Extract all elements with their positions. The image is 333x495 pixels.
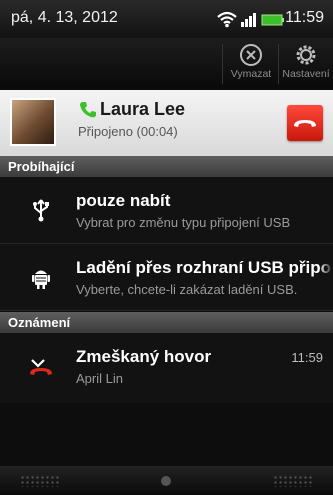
empty-area bbox=[0, 403, 333, 466]
section-ongoing: Probíhající bbox=[0, 156, 333, 177]
missed-call-time: 11:59 bbox=[291, 350, 323, 365]
ongoing-call[interactable]: Laura Lee Připojeno (00:04) bbox=[0, 90, 333, 156]
missed-call-icon bbox=[30, 359, 52, 375]
missed-call-subtitle: April Lin bbox=[76, 371, 123, 386]
end-call-icon bbox=[294, 120, 316, 127]
clear-icon bbox=[240, 44, 262, 66]
signal-icon bbox=[241, 13, 256, 27]
avatar bbox=[10, 98, 56, 146]
missed-call-title: Zmeškaný hovor bbox=[76, 347, 212, 366]
divider bbox=[222, 44, 223, 84]
drawer-handle-bar[interactable] bbox=[0, 466, 333, 495]
divider bbox=[278, 44, 279, 84]
grip-dots bbox=[20, 475, 60, 487]
usb-debug-title: Ladění přes rozhraní USB připo bbox=[76, 258, 332, 277]
usb-debug-subtitle: Vyberte, chcete-li zakázat ladění USB. bbox=[76, 282, 298, 297]
wifi-icon bbox=[217, 11, 237, 28]
call-status: Připojeno (00:04) bbox=[78, 124, 178, 139]
drawer-handle[interactable] bbox=[161, 476, 171, 486]
notification-actions: Vymazat Nastavení bbox=[0, 38, 333, 88]
battery-icon bbox=[261, 14, 284, 26]
settings-button[interactable]: Nastavení bbox=[281, 40, 331, 86]
status-icons bbox=[217, 11, 284, 28]
status-bar: pá, 4. 13, 2012 11:59 bbox=[0, 0, 333, 39]
grip-dots bbox=[273, 475, 313, 487]
text-fade bbox=[319, 244, 333, 310]
settings-label: Nastavení bbox=[282, 68, 330, 80]
section-ongoing-label: Probíhající bbox=[8, 159, 75, 174]
ongoing-item-usb[interactable]: pouze nabít Vybrat pro změnu typu připoj… bbox=[0, 177, 333, 244]
section-notifications: Oznámení bbox=[0, 312, 333, 333]
ongoing-item-usb-debug[interactable]: Ladění přes rozhraní USB připo Vyberte, … bbox=[0, 244, 333, 311]
notification-missed-call[interactable]: Zmeškaný hovor April Lin 11:59 bbox=[0, 333, 333, 403]
usb-icon bbox=[33, 199, 49, 222]
android-debug-icon bbox=[32, 270, 50, 289]
clear-button[interactable]: Vymazat bbox=[226, 40, 276, 86]
usb-title: pouze nabít bbox=[76, 191, 171, 210]
clear-label: Vymazat bbox=[230, 68, 272, 80]
caller-name: Laura Lee bbox=[100, 99, 186, 119]
status-date: pá, 4. 13, 2012 bbox=[11, 9, 118, 26]
section-notifications-label: Oznámení bbox=[8, 315, 71, 330]
end-call-button[interactable] bbox=[287, 105, 323, 141]
settings-icon bbox=[296, 45, 316, 65]
usb-subtitle: Vybrat pro změnu typu připojení USB bbox=[76, 215, 291, 230]
status-time: 11:59 bbox=[285, 9, 324, 26]
phone-icon bbox=[80, 102, 96, 118]
